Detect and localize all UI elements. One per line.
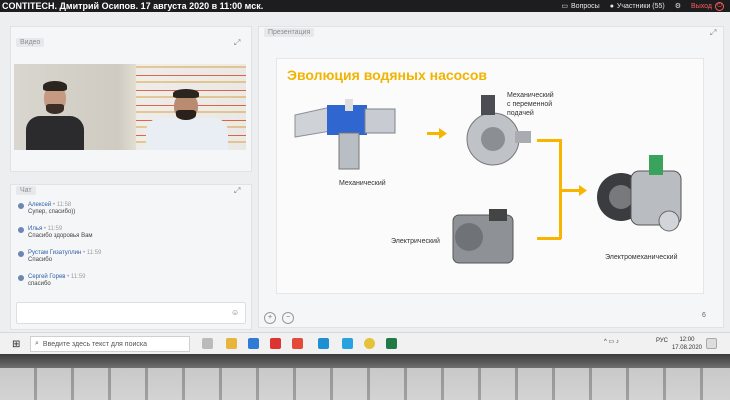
language-indicator[interactable]: РУС	[656, 338, 668, 344]
power-icon: ⏻	[715, 1, 724, 11]
electric-pump-image	[452, 209, 514, 264]
keyboard-keys	[0, 368, 730, 400]
slide-title: Эволюция водяных насосов	[287, 67, 487, 83]
speaker-left	[22, 78, 84, 150]
chat-expand-icon[interactable]: ⤢	[234, 186, 240, 196]
window-header: CONTITECH. Дмитрий Осипов. 17 августа 20…	[0, 0, 730, 12]
chat-message: Алексей • 11:58 Супер, спасибо))	[18, 202, 75, 215]
windows-taskbar: ⊞ ⌕ Введите здесь текст для поиска ^ ▭ ♪…	[0, 332, 730, 354]
avatar	[18, 275, 24, 281]
chrome-icon[interactable]	[364, 338, 375, 349]
meeting-title: CONTITECH. Дмитрий Осипов. 17 августа 20…	[2, 1, 264, 11]
chat-panel-label: Чат	[16, 186, 36, 195]
mail-icon[interactable]	[248, 338, 259, 349]
chat-message: Илья • 11:59 Спасибо здоровья Вам	[18, 226, 93, 239]
laptop-keyboard	[0, 354, 730, 400]
search-icon: ⌕	[35, 340, 39, 347]
arrow-head-icon	[579, 185, 587, 196]
user-icon: ●	[609, 2, 614, 10]
webinar-app: Видео ⤢ Чат ⤢ Алексей • 11:58 Супер, спа…	[0, 12, 730, 332]
presentation-expand-icon[interactable]: ⤢	[710, 28, 716, 38]
emoji-icon[interactable]: ☺	[231, 308, 239, 317]
avatar	[18, 203, 24, 209]
chat-message: Рустам Гизатуллин • 11:59 Спасибо	[18, 250, 101, 263]
windows-start-icon[interactable]: ⊞	[12, 339, 20, 350]
edge-icon[interactable]	[318, 338, 329, 349]
label-electromechanical: Электромеханический	[605, 254, 678, 261]
avatar	[18, 227, 24, 233]
chat-message: Сергей Горев • 11:59 спасибо	[18, 274, 86, 287]
exit-button[interactable]: Выход ⏻	[691, 1, 724, 11]
presentation-slide: Эволюция водяных насосов Механический Ме…	[276, 58, 704, 294]
label-variable: Механический с переменной подачей	[507, 92, 554, 117]
excel-icon[interactable]	[386, 338, 397, 349]
tray-icons[interactable]: ^ ▭ ♪	[604, 338, 619, 345]
zoom-in-button[interactable]: +	[264, 312, 276, 324]
file-explorer-icon[interactable]	[226, 338, 237, 349]
questions-button[interactable]: ▭ Вопросы	[561, 2, 599, 11]
presentation-panel-label: Презентация	[264, 28, 315, 37]
speaker-right	[146, 84, 228, 150]
label-mechanical: Механический	[339, 180, 386, 187]
taskbar-clock[interactable]: 12:00 17.08.2020	[672, 336, 702, 352]
avatar	[18, 251, 24, 257]
notifications-icon[interactable]	[706, 338, 717, 349]
electromechanical-pump-image	[597, 155, 682, 232]
arrow-head-icon	[439, 128, 447, 139]
connector-line	[537, 139, 561, 142]
task-view-icon[interactable]	[202, 338, 213, 349]
yandex-browser-icon[interactable]	[292, 338, 303, 349]
page-number: 6	[702, 312, 706, 319]
connector-line	[559, 189, 581, 192]
video-expand-icon[interactable]: ⤢	[234, 38, 240, 48]
connector-line	[537, 237, 561, 240]
yandex-icon[interactable]	[270, 338, 281, 349]
mechanical-pump-image	[294, 99, 396, 170]
settings-button[interactable]: ⚙	[675, 2, 681, 10]
video-panel-label: Видео	[16, 38, 45, 47]
telegram-icon[interactable]	[342, 338, 353, 349]
participants-button[interactable]: ● Участники (55)	[610, 3, 665, 10]
video-feed	[14, 64, 246, 150]
label-electric: Электрический	[391, 238, 440, 245]
zoom-out-button[interactable]: −	[282, 312, 294, 324]
chat-bubble-icon: ▭	[561, 3, 569, 10]
gear-icon: ⚙	[674, 3, 682, 10]
chat-input[interactable]	[16, 302, 246, 324]
taskbar-search[interactable]: ⌕ Введите здесь текст для поиска	[30, 336, 190, 352]
